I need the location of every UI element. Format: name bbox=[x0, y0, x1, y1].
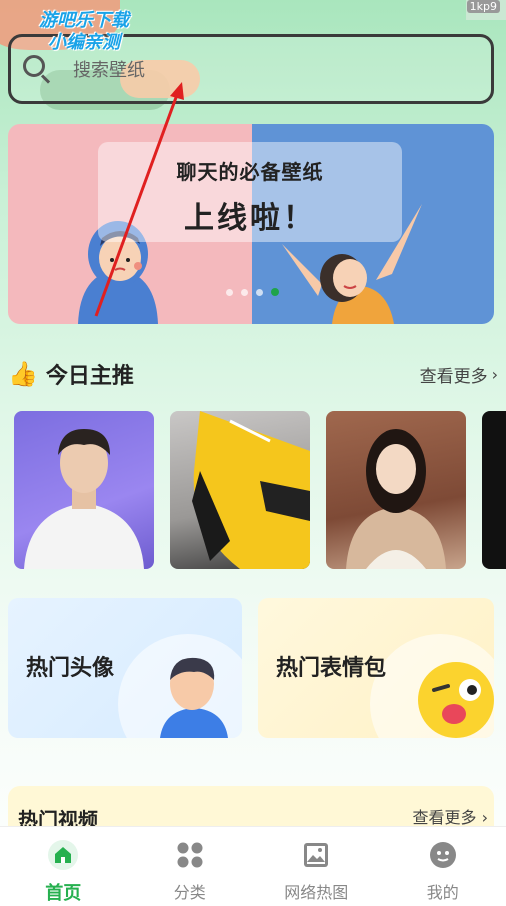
emoji-face-illustration bbox=[418, 662, 494, 738]
woman-portrait-image bbox=[346, 429, 446, 569]
yellow-car-image bbox=[192, 411, 310, 569]
chevron-right-icon: › bbox=[481, 808, 488, 827]
search-placeholder: 搜索壁纸 bbox=[73, 60, 145, 81]
banner-title: 上线啦！ bbox=[184, 201, 316, 236]
carousel-indicator bbox=[226, 288, 279, 296]
category-card-avatar[interactable]: 热门头像 bbox=[8, 598, 242, 738]
home-icon bbox=[47, 839, 79, 871]
category-label: 热门表情包 bbox=[276, 656, 387, 681]
profile-icon bbox=[427, 839, 459, 871]
wallpaper-thumbnail[interactable] bbox=[170, 411, 310, 569]
tab-label: 网络热图 bbox=[284, 883, 349, 902]
chevron-right-icon: › bbox=[491, 364, 498, 384]
search-icon bbox=[23, 55, 51, 84]
tab-label: 分类 bbox=[173, 883, 206, 902]
watermark-line: 游吧乐下载 bbox=[39, 10, 129, 31]
recommend-photo-row bbox=[14, 411, 506, 569]
version-label: 1kp9 bbox=[466, 0, 500, 13]
image-icon bbox=[300, 839, 332, 871]
category-label: 热门头像 bbox=[26, 656, 115, 681]
view-more-link[interactable]: 查看更多 › bbox=[420, 362, 498, 387]
view-more-label: 查看更多 bbox=[419, 366, 488, 387]
avatar-illustration bbox=[160, 657, 228, 738]
tab-label: 我的 bbox=[426, 883, 459, 902]
bottom-tab-bar: 首页 分类 网络热图 我的 bbox=[0, 826, 506, 906]
carousel-dot-active[interactable] bbox=[271, 288, 279, 296]
tab-hot-images[interactable]: 网络热图 bbox=[253, 827, 380, 906]
category-card-emoji[interactable]: 热门表情包 bbox=[258, 598, 494, 738]
grid-icon bbox=[174, 839, 206, 871]
today-title-wrap: 👍 今日主推 bbox=[8, 358, 134, 390]
carousel-dot[interactable] bbox=[241, 288, 248, 296]
wallpaper-thumbnail[interactable] bbox=[482, 411, 506, 569]
view-more-label: 查看更多 bbox=[412, 808, 477, 827]
wallpaper-thumbnail[interactable] bbox=[326, 411, 466, 569]
man-portrait-image bbox=[24, 429, 144, 569]
banner-subtitle: 聊天的必备壁纸 bbox=[176, 160, 324, 184]
thumbs-up-icon: 👍 bbox=[8, 360, 38, 388]
carousel-dot[interactable] bbox=[256, 288, 263, 296]
banner-text-card: 聊天的必备壁纸 上线啦！ bbox=[98, 142, 402, 242]
section-title: 今日主推 bbox=[45, 364, 134, 389]
today-recommend-header: 👍 今日主推 查看更多 › bbox=[8, 356, 498, 392]
tab-home[interactable]: 首页 bbox=[0, 827, 127, 906]
banner-carousel[interactable]: 聊天的必备壁纸 上线啦！ bbox=[8, 124, 494, 324]
watermark: 游吧乐下载 小编亲测 bbox=[14, 10, 154, 54]
tab-category[interactable]: 分类 bbox=[127, 827, 254, 906]
tab-label: 首页 bbox=[45, 883, 82, 904]
carousel-dot[interactable] bbox=[226, 288, 233, 296]
tab-profile[interactable]: 我的 bbox=[380, 827, 506, 906]
wallpaper-thumbnail[interactable] bbox=[14, 411, 154, 569]
watermark-line: 小编亲测 bbox=[48, 32, 120, 53]
